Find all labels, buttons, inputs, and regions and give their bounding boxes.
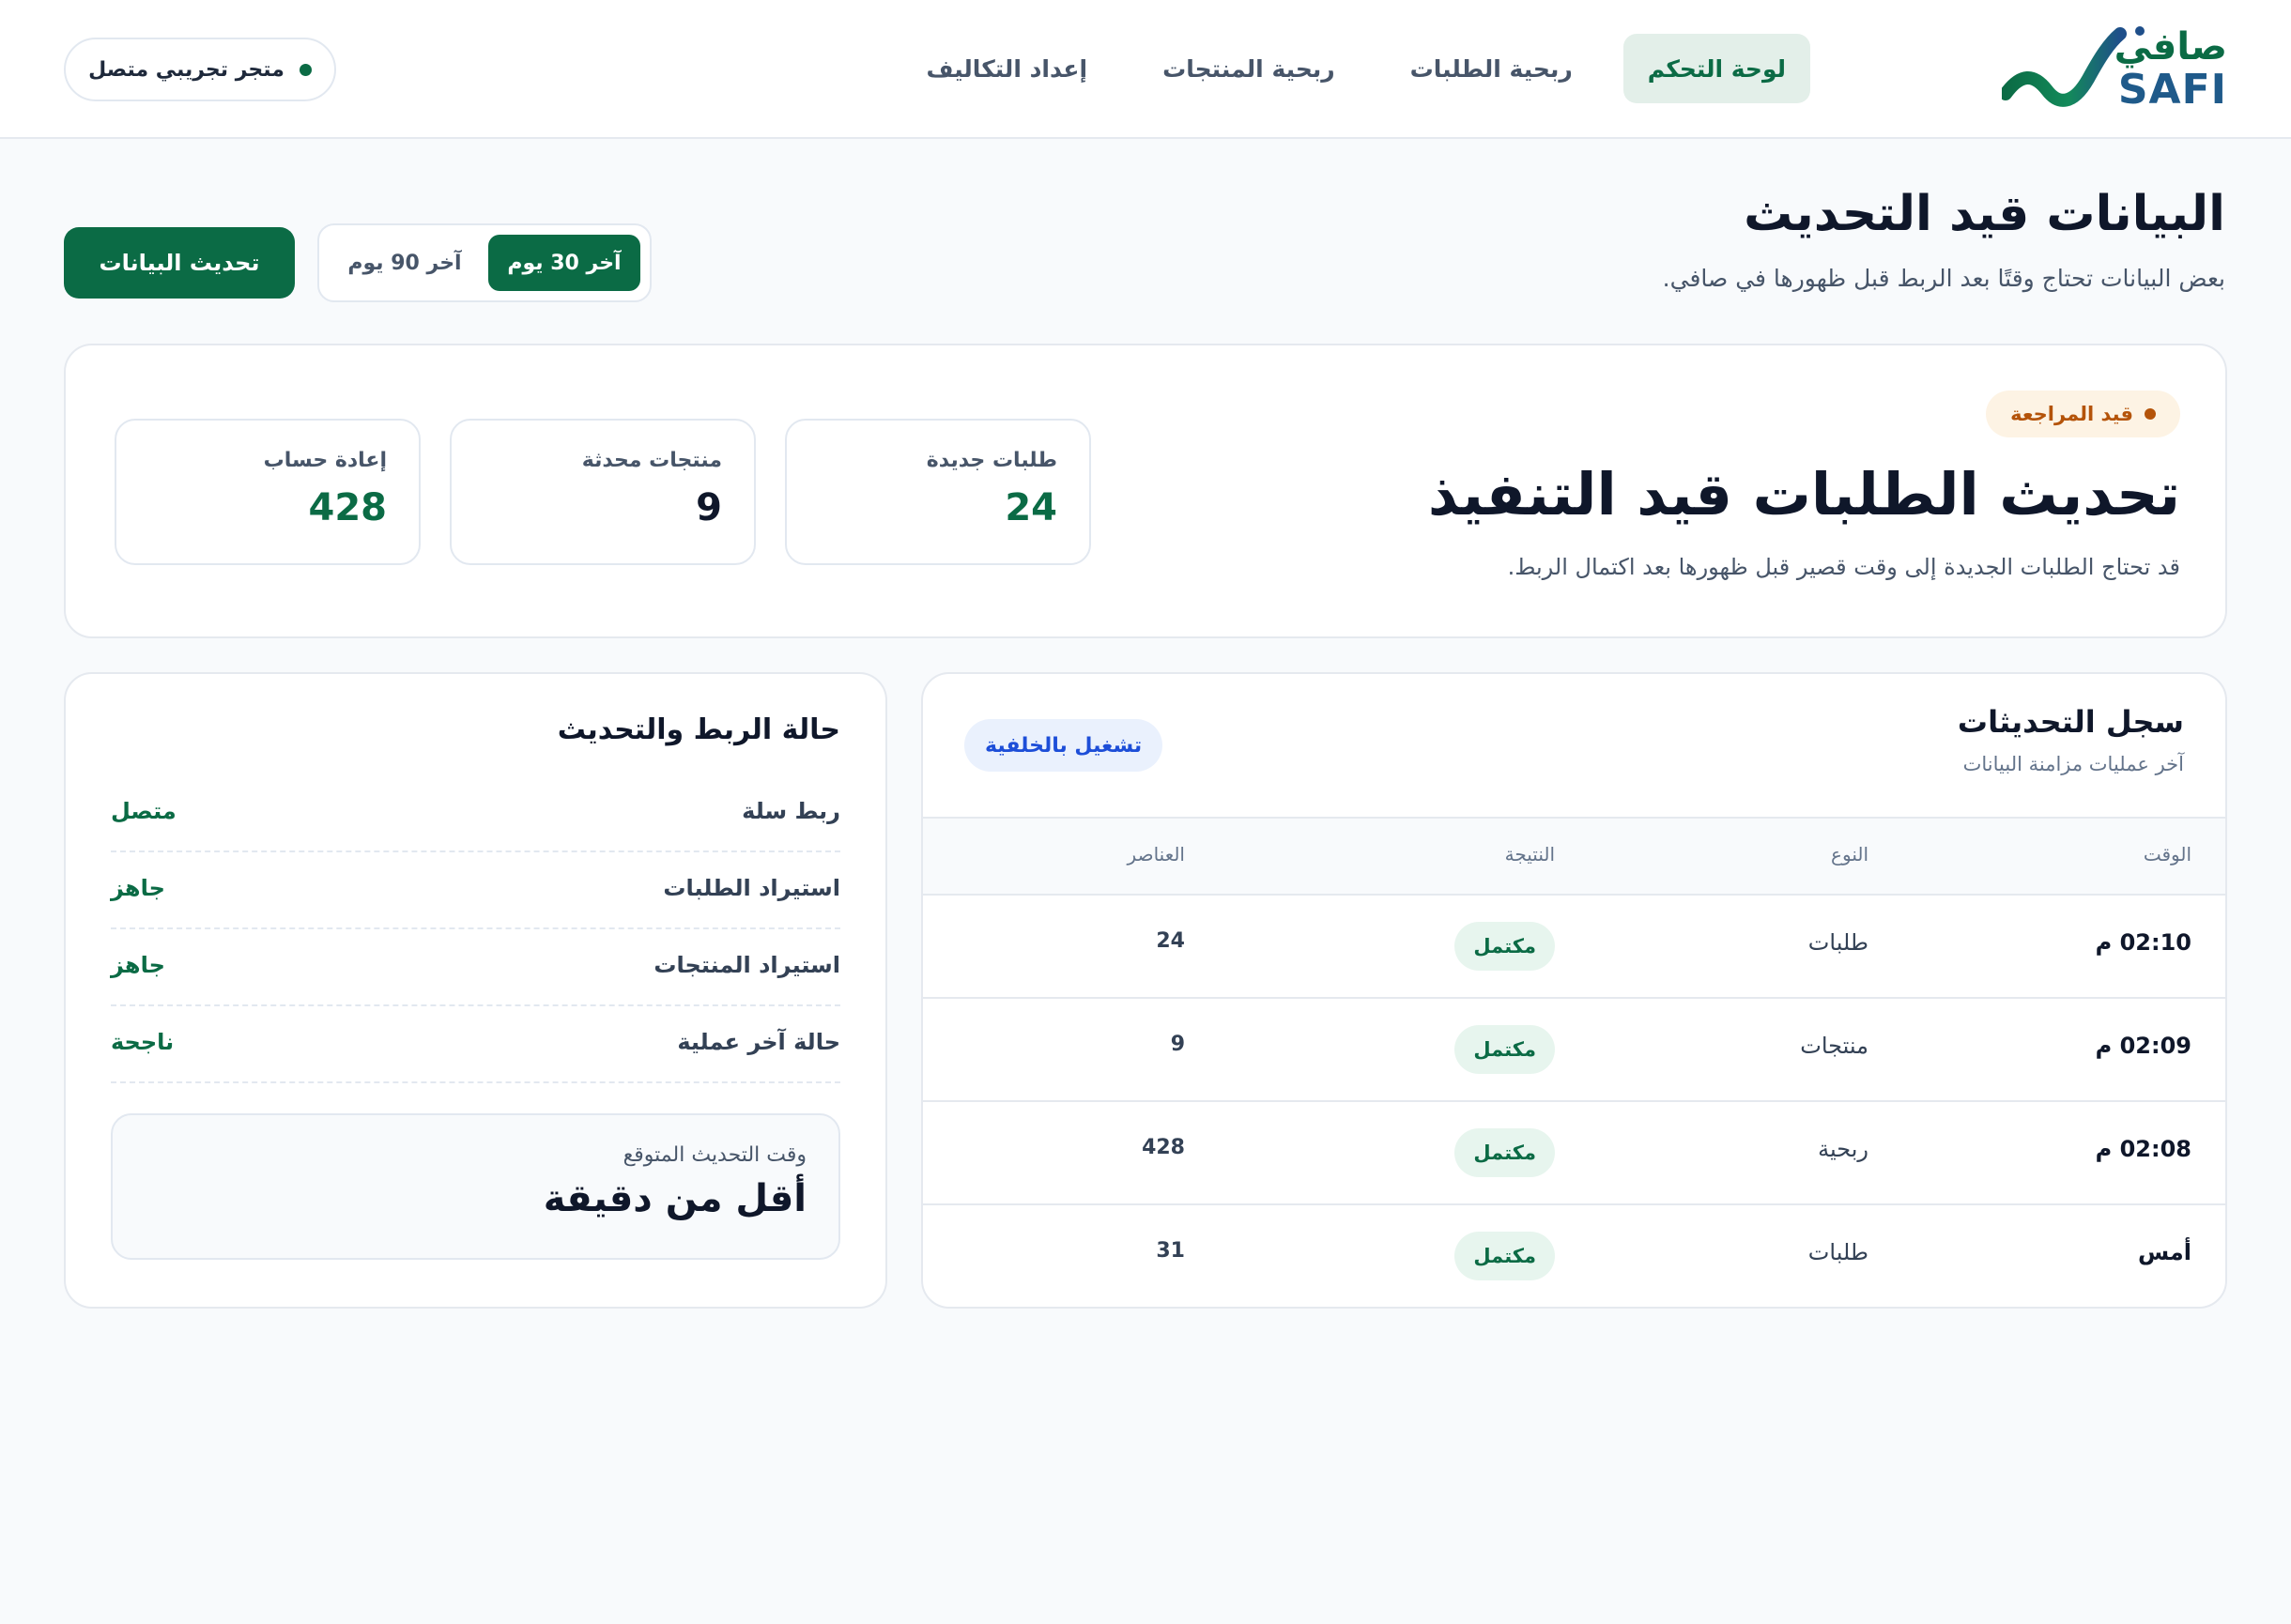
status-row-salla-link: ربط سلة متصل (111, 775, 840, 852)
store-connection-pill[interactable]: متجر تجريبي متصل (64, 38, 336, 101)
status-row-value: متصل (111, 798, 177, 824)
column-header-time: الوقت (2143, 843, 2191, 866)
range-30-days[interactable]: آخر 30 يوم (488, 235, 640, 291)
table-row[interactable]: 02:08 م ربحية مكتمل 428 (923, 1102, 2225, 1205)
column-header-result: النتيجة (1504, 843, 1555, 866)
background-run-badge: تشغيل بالخلفية (964, 719, 1163, 772)
hero-title: تحديث الطلبات قيد التنفيذ (1427, 460, 2180, 529)
status-row-products-import: استيراد المنتجات جاهز (111, 929, 840, 1006)
refresh-data-button[interactable]: تحديث البيانات (64, 227, 295, 299)
status-row-last-operation: حالة آخر عملية ناجحة (111, 1006, 840, 1083)
stat-card-new-orders: طلبات جديدة 24 (785, 419, 1091, 565)
safi-logo[interactable]: صافي SAFI (2002, 24, 2227, 115)
column-header-type: النوع (1831, 843, 1868, 866)
cell-result-badge: مكتمل (1454, 1025, 1555, 1074)
eta-label: وقت التحديث المتوقع (623, 1143, 807, 1167)
log-subtitle: آخر عمليات مزامنة البيانات (1962, 753, 2184, 775)
status-row-orders-import: استيراد الطلبات جاهز (111, 852, 840, 929)
cell-result-badge: مكتمل (1454, 1128, 1555, 1177)
stat-value: 24 (1005, 486, 1057, 529)
cell-time: 02:09 م (2095, 1033, 2191, 1059)
cell-type: طلبات (1807, 929, 1868, 956)
hero-subtitle: قد تحتاج الطلبات الجديدة إلى وقت قصير قب… (1507, 554, 2180, 580)
table-row[interactable]: أمس طلبات مكتمل 31 (923, 1205, 2225, 1307)
top-navigation-bar: صافي SAFI لوحة التحكم ربحية الطلبات ربحي… (0, 0, 2291, 139)
cell-time: 02:10 م (2095, 929, 2191, 956)
cell-result-badge: مكتمل (1454, 922, 1555, 971)
stat-card-recalculation: إعادة حساب 428 (115, 419, 421, 565)
stat-value: 9 (696, 486, 722, 529)
cell-type: طلبات (1807, 1239, 1868, 1265)
stat-label: منتجات محدثة (581, 449, 722, 472)
eta-value: أقل من دقيقة (543, 1177, 807, 1220)
expected-update-time-box: وقت التحديث المتوقع أقل من دقيقة (111, 1113, 840, 1260)
main-nav: لوحة التحكم ربحية الطلبات ربحية المنتجات… (901, 34, 1810, 103)
brand-name-arabic: صافي (2114, 25, 2227, 69)
status-row-label: استيراد الطلبات (663, 875, 840, 901)
stat-value: 428 (308, 486, 388, 529)
cell-items: 24 (1156, 929, 1185, 953)
cell-result-badge: مكتمل (1454, 1232, 1555, 1280)
cell-time: أمس (2137, 1239, 2191, 1265)
review-status-badge: قيد المراجعة (1986, 391, 2180, 437)
cell-items: 428 (1142, 1136, 1185, 1159)
brand-name-english: SAFI (2117, 66, 2227, 114)
table-header: الوقت النوع النتيجة العناصر (923, 817, 2225, 896)
cell-type: ربحية (1818, 1136, 1868, 1162)
page-subtitle: بعض البيانات تحتاج وقتًا بعد الربط قبل ظ… (1662, 265, 2225, 292)
nav-dashboard[interactable]: لوحة التحكم (1622, 34, 1810, 103)
status-row-value: ناجحة (111, 1029, 175, 1055)
page-title: البيانات قيد التحديث (1744, 186, 2225, 242)
table-row[interactable]: 02:09 م منتجات مكتمل 9 (923, 999, 2225, 1102)
status-row-value: جاهز (111, 875, 165, 901)
nav-cost-settings[interactable]: إعداد التكاليف (901, 34, 1112, 103)
table-row[interactable]: 02:10 م طلبات مكتمل 24 (923, 896, 2225, 999)
nav-orders-profitability[interactable]: ربحية الطلبات (1386, 34, 1597, 103)
stat-card-updated-products: منتجات محدثة 9 (450, 419, 756, 565)
review-status-label: قيد المراجعة (2010, 403, 2133, 425)
status-dot-icon (299, 63, 312, 76)
status-dot-icon (2145, 408, 2156, 420)
column-header-items: العناصر (1127, 843, 1185, 866)
stat-label: إعادة حساب (263, 449, 387, 472)
date-range-toggle: آخر 30 يوم آخر 90 يوم (317, 223, 652, 302)
nav-products-profitability[interactable]: ربحية المنتجات (1138, 34, 1360, 103)
cell-type: منتجات (1800, 1033, 1868, 1059)
updates-log-card: سجل التحديثات آخر عمليات مزامنة البيانات… (921, 672, 2227, 1309)
range-90-days[interactable]: آخر 90 يوم (329, 235, 481, 291)
stat-label: طلبات جديدة (926, 449, 1057, 472)
cell-time: 02:08 م (2095, 1136, 2191, 1162)
status-row-label: حالة آخر عملية (677, 1029, 840, 1055)
cell-items: 9 (1170, 1033, 1185, 1056)
store-connection-label: متجر تجريبي متصل (88, 57, 284, 82)
status-row-value: جاهز (111, 952, 165, 978)
connection-status-card: حالة الربط والتحديث ربط سلة متصل استيراد… (64, 672, 887, 1309)
status-row-label: ربط سلة (742, 798, 840, 824)
status-title: حالة الربط والتحديث (557, 713, 840, 746)
sync-progress-card: قيد المراجعة تحديث الطلبات قيد التنفيذ ق… (64, 344, 2227, 638)
cell-items: 31 (1156, 1239, 1185, 1263)
log-title: سجل التحديثات (1957, 704, 2184, 740)
status-row-label: استيراد المنتجات (653, 952, 840, 978)
